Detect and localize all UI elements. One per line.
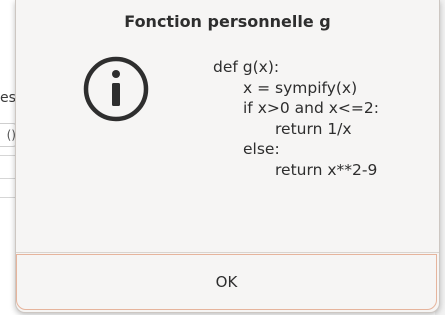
button-bar: OK xyxy=(16,254,439,312)
background-divider xyxy=(0,178,16,179)
background-label: es xyxy=(0,90,16,106)
code-line: else: xyxy=(243,140,280,158)
info-circle-icon xyxy=(83,56,149,122)
code-line: if x>0 and x<=2: xyxy=(243,99,379,117)
info-dialog: Fonction personnelle g def g(x): x = sym… xyxy=(15,0,440,313)
code-line: x = sympify(x) xyxy=(243,78,358,97)
code-line: return 1/x xyxy=(275,119,352,138)
background-divider xyxy=(0,197,16,198)
screen: es () Fonction personnelle g def g(x): x… xyxy=(0,0,445,315)
ok-button[interactable]: OK xyxy=(16,254,437,310)
code-listing: def g(x): x = sympify(x) if x>0 and x<=2… xyxy=(213,57,379,180)
button-divider xyxy=(16,252,439,253)
dialog-title: Fonction personnelle g xyxy=(124,12,331,31)
background-divider xyxy=(0,155,16,156)
code-line: def g(x): xyxy=(213,58,280,76)
code-line: return x**2-9 xyxy=(275,160,378,179)
